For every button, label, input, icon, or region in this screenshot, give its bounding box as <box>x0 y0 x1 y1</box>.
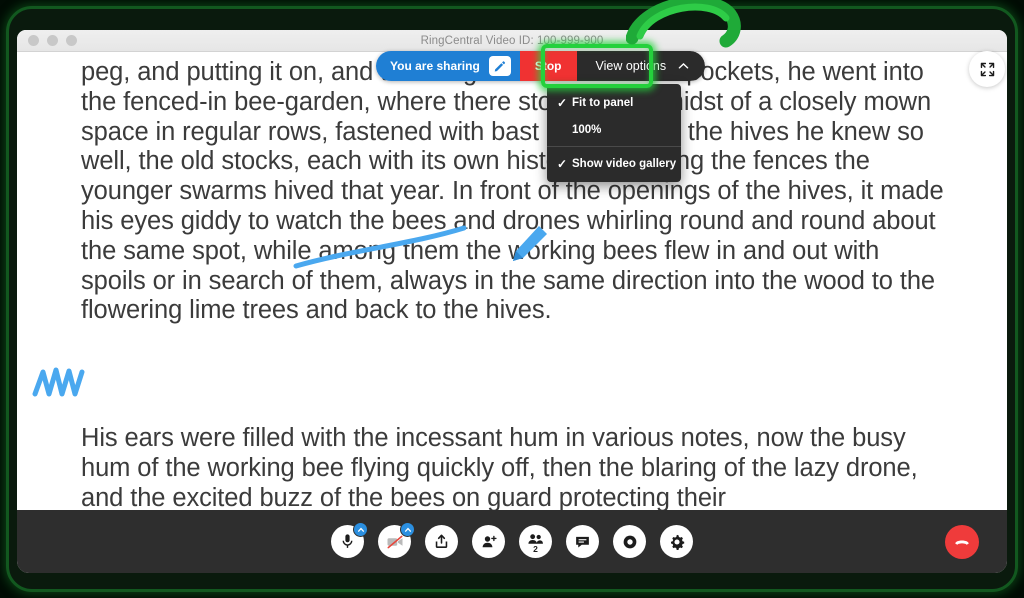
gear-icon <box>670 534 684 550</box>
chevron-up-icon <box>678 63 689 69</box>
stop-sharing-label: Stop <box>534 59 562 73</box>
check-icon: ✓ <box>557 95 568 110</box>
menu-item-fit-to-panel[interactable]: ✓ Fit to panel <box>547 89 681 116</box>
record-circle-icon <box>623 535 636 548</box>
share-screen-button[interactable] <box>425 525 458 558</box>
add-person-icon <box>482 535 497 547</box>
screen-share-control-bar: You are sharing Stop View options <box>376 51 706 81</box>
chat-button[interactable] <box>566 525 599 558</box>
sharing-status: You are sharing <box>376 51 520 81</box>
green-arrow-annotation <box>626 0 741 48</box>
chat-bubble-icon <box>576 536 589 548</box>
microphone-button[interactable] <box>331 522 368 558</box>
chevron-up-icon <box>404 527 411 532</box>
menu-separator <box>547 146 681 147</box>
video-button[interactable] <box>378 522 415 558</box>
meeting-toolbar: 2 <box>17 510 1007 573</box>
pencil-icon <box>495 60 506 72</box>
participants-count: 2 <box>533 544 538 554</box>
menu-item-100-percent[interactable]: 100% <box>547 116 681 143</box>
stop-sharing-button[interactable]: Stop <box>519 51 578 81</box>
pen-cursor-icon <box>513 226 547 261</box>
share-upload-icon <box>435 534 448 548</box>
microphone-options-badge[interactable] <box>353 522 368 537</box>
toolbar-button-group: 2 <box>331 522 693 558</box>
phone-hangup-icon <box>955 540 969 545</box>
invite-button[interactable] <box>472 525 505 558</box>
participants-button[interactable]: 2 <box>519 525 552 558</box>
microphone-icon <box>342 534 353 548</box>
menu-item-label: 100% <box>572 123 602 136</box>
record-button[interactable] <box>613 525 646 558</box>
end-call-button[interactable] <box>945 524 979 559</box>
shared-document: peg, and putting it on, and thrusting hi… <box>17 52 1007 532</box>
view-options-label: View options <box>595 59 667 73</box>
check-icon: ✓ <box>557 156 568 171</box>
menu-item-label: Fit to panel <box>572 96 634 109</box>
sharing-status-label: You are sharing <box>390 59 480 73</box>
window-title: RingCentral Video ID: 100-999-900 <box>420 34 604 47</box>
document-paragraph-1: peg, and putting it on, and thrusting hi… <box>81 58 944 325</box>
settings-button[interactable] <box>660 525 693 558</box>
view-options-menu: ✓ Fit to panel 100% ✓ Show video gallery <box>547 84 681 182</box>
expand-icon <box>980 62 994 76</box>
document-paragraph-2: His ears were filled with the incessant … <box>81 424 918 512</box>
video-options-badge[interactable] <box>400 522 415 537</box>
chevron-up-icon <box>357 527 364 532</box>
menu-item-show-video-gallery[interactable]: ✓ Show video gallery <box>547 150 681 177</box>
video-off-icon <box>387 535 402 548</box>
app-window: RingCentral Video ID: 100-999-900 peg, a… <box>17 30 1007 573</box>
fullscreen-button[interactable] <box>969 51 1005 87</box>
menu-item-label: Show video gallery <box>572 157 677 170</box>
window-titlebar: RingCentral Video ID: 100-999-900 <box>17 30 1007 52</box>
view-options-button[interactable]: View options <box>577 51 706 81</box>
annotate-button[interactable] <box>488 56 511 76</box>
screenshot-root: RingCentral Video ID: 100-999-900 peg, a… <box>0 0 1024 598</box>
